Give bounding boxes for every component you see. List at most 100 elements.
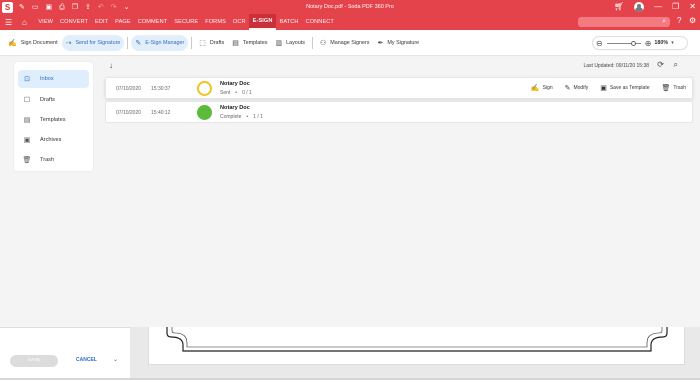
tab-page[interactable]: PAGE	[112, 14, 135, 30]
tab-ocr[interactable]: OCR	[229, 14, 249, 30]
table-row[interactable]: 07/10/2020 15:30:37 Notary Doc Sent • 0 / …	[105, 77, 693, 99]
row-time: 15:40:12	[151, 110, 171, 116]
send-for-signature-label: Send for Signature	[75, 39, 121, 46]
sidebar-item-drafts[interactable]: ☐ Drafts	[18, 91, 89, 109]
save-as-template-button[interactable]: ▣ Save as Template	[600, 84, 649, 92]
toolbar-divider	[191, 36, 193, 49]
zoom-control: ⊖ ⊕ 180% ▾	[592, 36, 688, 50]
sidebar-item-label: Templates	[40, 117, 66, 123]
templates-icon: ▤	[23, 117, 31, 124]
sidebar-item-trash[interactable]: 🗑︎ Trash	[18, 151, 89, 169]
tab-view[interactable]: VIEW	[35, 14, 57, 30]
esign-manager-button[interactable]: ✎ E-Sign Manager	[131, 34, 189, 51]
status-sent-icon	[197, 81, 212, 96]
search-input[interactable]: ⌕	[578, 17, 670, 27]
search-icon: ⌕	[662, 18, 666, 25]
sign-button[interactable]: ✍ Sign	[531, 84, 553, 92]
inbox-icon: ⊡	[24, 76, 30, 83]
quick-access-toolbar: ✎ ▭ ▣ ⎙ ❐ ⇪ ↶ ↷ ⌄	[19, 4, 130, 11]
gear-icon[interactable]: ⚙	[689, 16, 696, 25]
archive-icon: ▣	[23, 137, 31, 144]
refresh-icon[interactable]: ⟳	[657, 60, 664, 69]
total-count: 1	[249, 90, 252, 96]
page-preview	[148, 327, 685, 365]
tab-batch[interactable]: BATCH	[276, 14, 302, 30]
editor-actions-panel: SAVE CANCEL ⌄	[0, 327, 130, 378]
tab-edit[interactable]: EDIT	[92, 14, 112, 30]
zoom-slider[interactable]	[606, 40, 641, 46]
search-icon[interactable]: ⌕	[674, 60, 678, 70]
toolbar-divider	[127, 36, 129, 49]
avatar[interactable]	[634, 2, 645, 12]
chevron-down-icon[interactable]: ⌄	[113, 356, 118, 363]
save-icon[interactable]: ▣	[46, 4, 53, 11]
document-status: Sent • 0 / 1	[220, 90, 252, 96]
menu-tabs: VIEW CONVERT EDIT PAGE COMMENT SECURE FORMS OCR…	[35, 14, 338, 30]
copy-icon[interactable]: ❐	[72, 4, 78, 11]
redo-icon[interactable]: ↷	[111, 4, 117, 11]
tab-forms[interactable]: FORMS	[202, 14, 230, 30]
document-status: Complete • 1 / 1	[220, 114, 263, 120]
tab-comment[interactable]: COMMENT	[134, 14, 171, 30]
app-logo[interactable]: S	[2, 1, 13, 13]
my-signature-button[interactable]: ✒ My Signature	[374, 35, 424, 51]
trash-label: Trash	[673, 85, 686, 91]
trash-button[interactable]: 🗑︎ Trash	[662, 84, 687, 92]
status-text: Complete	[220, 114, 242, 120]
send-for-signature-button[interactable]: ⇢ Send for Signature	[61, 34, 125, 51]
templates-icon: ▤	[232, 39, 239, 47]
zoom-slider-knob[interactable]	[630, 40, 636, 46]
cancel-button[interactable]: CANCEL	[76, 357, 97, 363]
sidebar-item-templates[interactable]: ▤ Templates	[18, 111, 89, 129]
pen-icon: ✎	[135, 39, 142, 47]
drafts-button[interactable]: ⬚ Drafts	[195, 35, 228, 51]
chevron-down-icon[interactable]: ⌄	[124, 4, 130, 11]
drafts-icon: ⬚	[199, 39, 206, 47]
table-row[interactable]: 07/10/2020 15:40:12 Notary Doc Complete •…	[105, 101, 693, 123]
home-icon[interactable]: ⌂	[22, 18, 27, 27]
drafts-label: Drafts	[209, 39, 225, 46]
restore-icon[interactable]: ❐	[672, 3, 679, 11]
status-complete-icon	[197, 105, 212, 120]
pen-icon[interactable]: ✎	[19, 4, 25, 11]
tab-connect[interactable]: CONNECT	[302, 14, 337, 30]
tab-e-sign[interactable]: E-SIGN	[249, 14, 277, 30]
templates-button[interactable]: ▤ Templates	[228, 35, 271, 51]
tab-convert[interactable]: CONVERT	[57, 14, 92, 30]
esign-sidebar: ⊡ Inbox ☐ Drafts ▤ Templates ▣ Archives …	[14, 62, 93, 171]
hamburger-icon[interactable]: ☰	[5, 18, 13, 27]
help-icon[interactable]: ?	[677, 16, 681, 25]
print-icon[interactable]: ⎙	[59, 4, 65, 11]
trash-icon: 🗑︎	[22, 157, 32, 164]
manage-signers-button[interactable]: ⚇ Manage Signers	[316, 35, 374, 51]
sidebar-item-label: Drafts	[40, 97, 55, 103]
sign-document-button[interactable]: ✍ Sign Document	[4, 35, 62, 51]
sidebar-item-inbox[interactable]: ⊡ Inbox	[18, 70, 89, 88]
open-folder-icon[interactable]: ▭	[32, 4, 39, 11]
close-icon[interactable]: ✕	[689, 3, 696, 11]
document-name: Notary Doc	[220, 81, 250, 87]
row-actions: ✍ Sign ✎ Modify ▣ Save as Template 🗑︎ Trash	[531, 84, 686, 92]
share-icon[interactable]: ⇪	[85, 4, 91, 11]
cart-icon[interactable]: 🛒︎	[614, 3, 624, 11]
undo-icon[interactable]: ↶	[98, 4, 104, 11]
zoom-out-icon[interactable]: ⊖	[596, 39, 603, 48]
sort-arrow-icon[interactable]: ↓	[109, 61, 113, 70]
chevron-down-icon[interactable]: ▾	[671, 40, 674, 46]
signature-icon: ✒	[377, 39, 384, 47]
layouts-button[interactable]: ▥ Layouts	[271, 35, 309, 51]
signed-count: 1	[253, 114, 256, 120]
zoom-in-icon[interactable]: ⊕	[645, 39, 652, 48]
row-date: 07/10/2020	[116, 86, 142, 92]
minimize-icon[interactable]: —	[654, 3, 662, 11]
document-preview	[133, 327, 700, 378]
zoom-level[interactable]: 180%	[654, 40, 668, 46]
signature-editor-pane: SAVE CANCEL ⌄	[0, 327, 700, 380]
save-button[interactable]: SAVE	[10, 355, 58, 367]
modify-button[interactable]: ✎ Modify	[565, 84, 589, 92]
sidebar-item-archives[interactable]: ▣ Archives	[18, 131, 89, 149]
tab-secure[interactable]: SECURE	[171, 14, 202, 30]
toolbar-divider	[311, 36, 313, 49]
my-signature-label: My Signature	[387, 39, 420, 46]
esign-manager-label: E-Sign Manager	[145, 39, 185, 46]
